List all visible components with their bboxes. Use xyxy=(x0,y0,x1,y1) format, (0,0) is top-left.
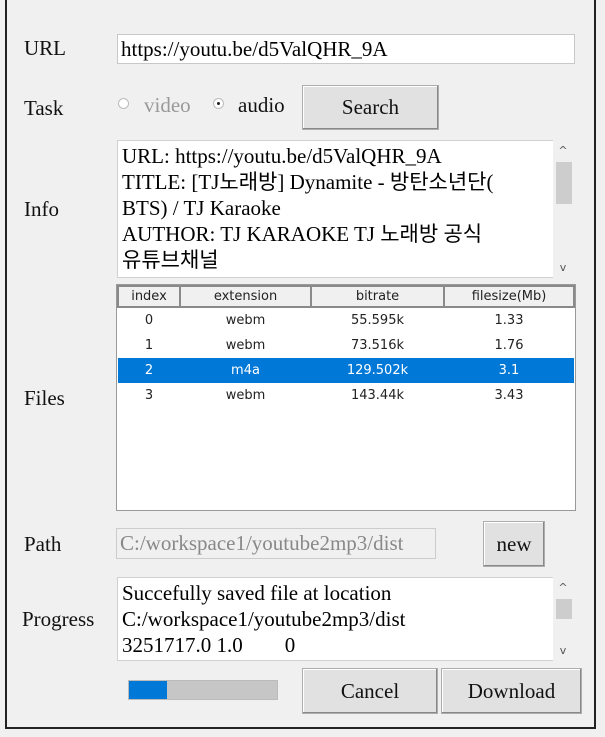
files-label: Files xyxy=(24,386,65,410)
cell: 1 xyxy=(144,338,154,353)
progress-line: 3251717.0 1.0 0 xyxy=(122,633,296,657)
progress-scrollbar[interactable]: ^ v xyxy=(553,577,573,661)
table-row[interactable]: 1 webm 73.516k 1.76 xyxy=(118,333,574,358)
progress-line: Succefully saved file at location xyxy=(122,581,392,605)
cell: 129.502k xyxy=(311,358,444,383)
radio-audio-label: audio xyxy=(238,93,285,117)
url-input[interactable]: https://youtu.be/d5ValQHR_9A xyxy=(117,34,575,64)
progress-line: C:/workspace1/youtube2mp3/dist xyxy=(122,607,406,631)
progress-textbox[interactable]: Succefully saved file at location C:/wor… xyxy=(117,577,554,661)
cell: webm xyxy=(225,338,266,353)
info-line: BTS) / TJ Karaoke xyxy=(122,196,281,220)
new-path-button[interactable]: new xyxy=(483,521,545,567)
cell: webm xyxy=(225,313,266,328)
radio-video-label: video xyxy=(144,93,191,117)
cell: 55.595k xyxy=(350,313,404,328)
cell: m4a xyxy=(180,358,311,383)
cancel-button[interactable]: Cancel xyxy=(302,668,438,714)
info-textbox[interactable]: URL: https://youtu.be/d5ValQHR_9A TITLE:… xyxy=(117,140,554,278)
scroll-down-icon[interactable]: v xyxy=(553,644,573,657)
cell: 3.43 xyxy=(494,388,524,403)
path-input[interactable]: C:/workspace1/youtube2mp3/dist xyxy=(116,528,436,559)
info-scrollbar[interactable]: ^ v xyxy=(553,140,573,278)
cell: 143.44k xyxy=(350,388,404,403)
download-button[interactable]: Download xyxy=(441,668,582,714)
url-label: URL xyxy=(24,36,66,60)
progress-label: Progress xyxy=(22,607,95,631)
radio-audio[interactable] xyxy=(213,98,224,109)
info-line: AUTHOR: TJ KARAOKE TJ 노래방 공식 xyxy=(122,222,483,246)
scroll-thumb[interactable] xyxy=(556,599,572,619)
progress-fill xyxy=(129,681,168,699)
scroll-up-icon[interactable]: ^ xyxy=(553,581,573,594)
radio-video[interactable] xyxy=(118,98,129,109)
table-row[interactable]: 3 webm 143.44k 3.43 xyxy=(118,383,574,408)
cell: 1.33 xyxy=(494,313,524,328)
task-label: Task xyxy=(24,96,64,120)
scroll-down-icon[interactable]: v xyxy=(553,261,573,274)
column-header-index[interactable]: index xyxy=(117,285,181,308)
search-button[interactable]: Search xyxy=(302,85,439,130)
column-header-extension[interactable]: extension xyxy=(179,285,312,308)
table-row[interactable]: 0 webm 55.595k 1.33 xyxy=(118,307,574,333)
cell: 0 xyxy=(144,313,154,328)
cell: 73.516k xyxy=(350,338,404,353)
cell: webm xyxy=(225,388,266,403)
cell: 1.76 xyxy=(494,338,524,353)
path-label: Path xyxy=(24,532,62,556)
column-header-bitrate[interactable]: bitrate xyxy=(310,285,445,308)
cell: 2 xyxy=(118,358,180,383)
files-table[interactable]: index extension bitrate filesize(Mb) 0 we… xyxy=(116,284,576,511)
download-progress-bar xyxy=(128,680,278,700)
column-header-filesize[interactable]: filesize(Mb) xyxy=(443,285,575,308)
info-line: TITLE: [TJ노래방] Dynamite - 방탄소년단( xyxy=(122,170,494,194)
info-label: Info xyxy=(24,197,59,221)
info-line: URL: https://youtu.be/d5ValQHR_9A xyxy=(122,144,442,168)
scroll-up-icon[interactable]: ^ xyxy=(553,144,573,157)
cell: 3.1 xyxy=(444,358,574,383)
info-line: 유튜브채널 xyxy=(122,248,219,272)
cell: 3 xyxy=(144,388,154,403)
table-row-selected[interactable]: 2 m4a 129.502k 3.1 xyxy=(118,358,574,383)
scroll-thumb[interactable] xyxy=(556,162,572,204)
